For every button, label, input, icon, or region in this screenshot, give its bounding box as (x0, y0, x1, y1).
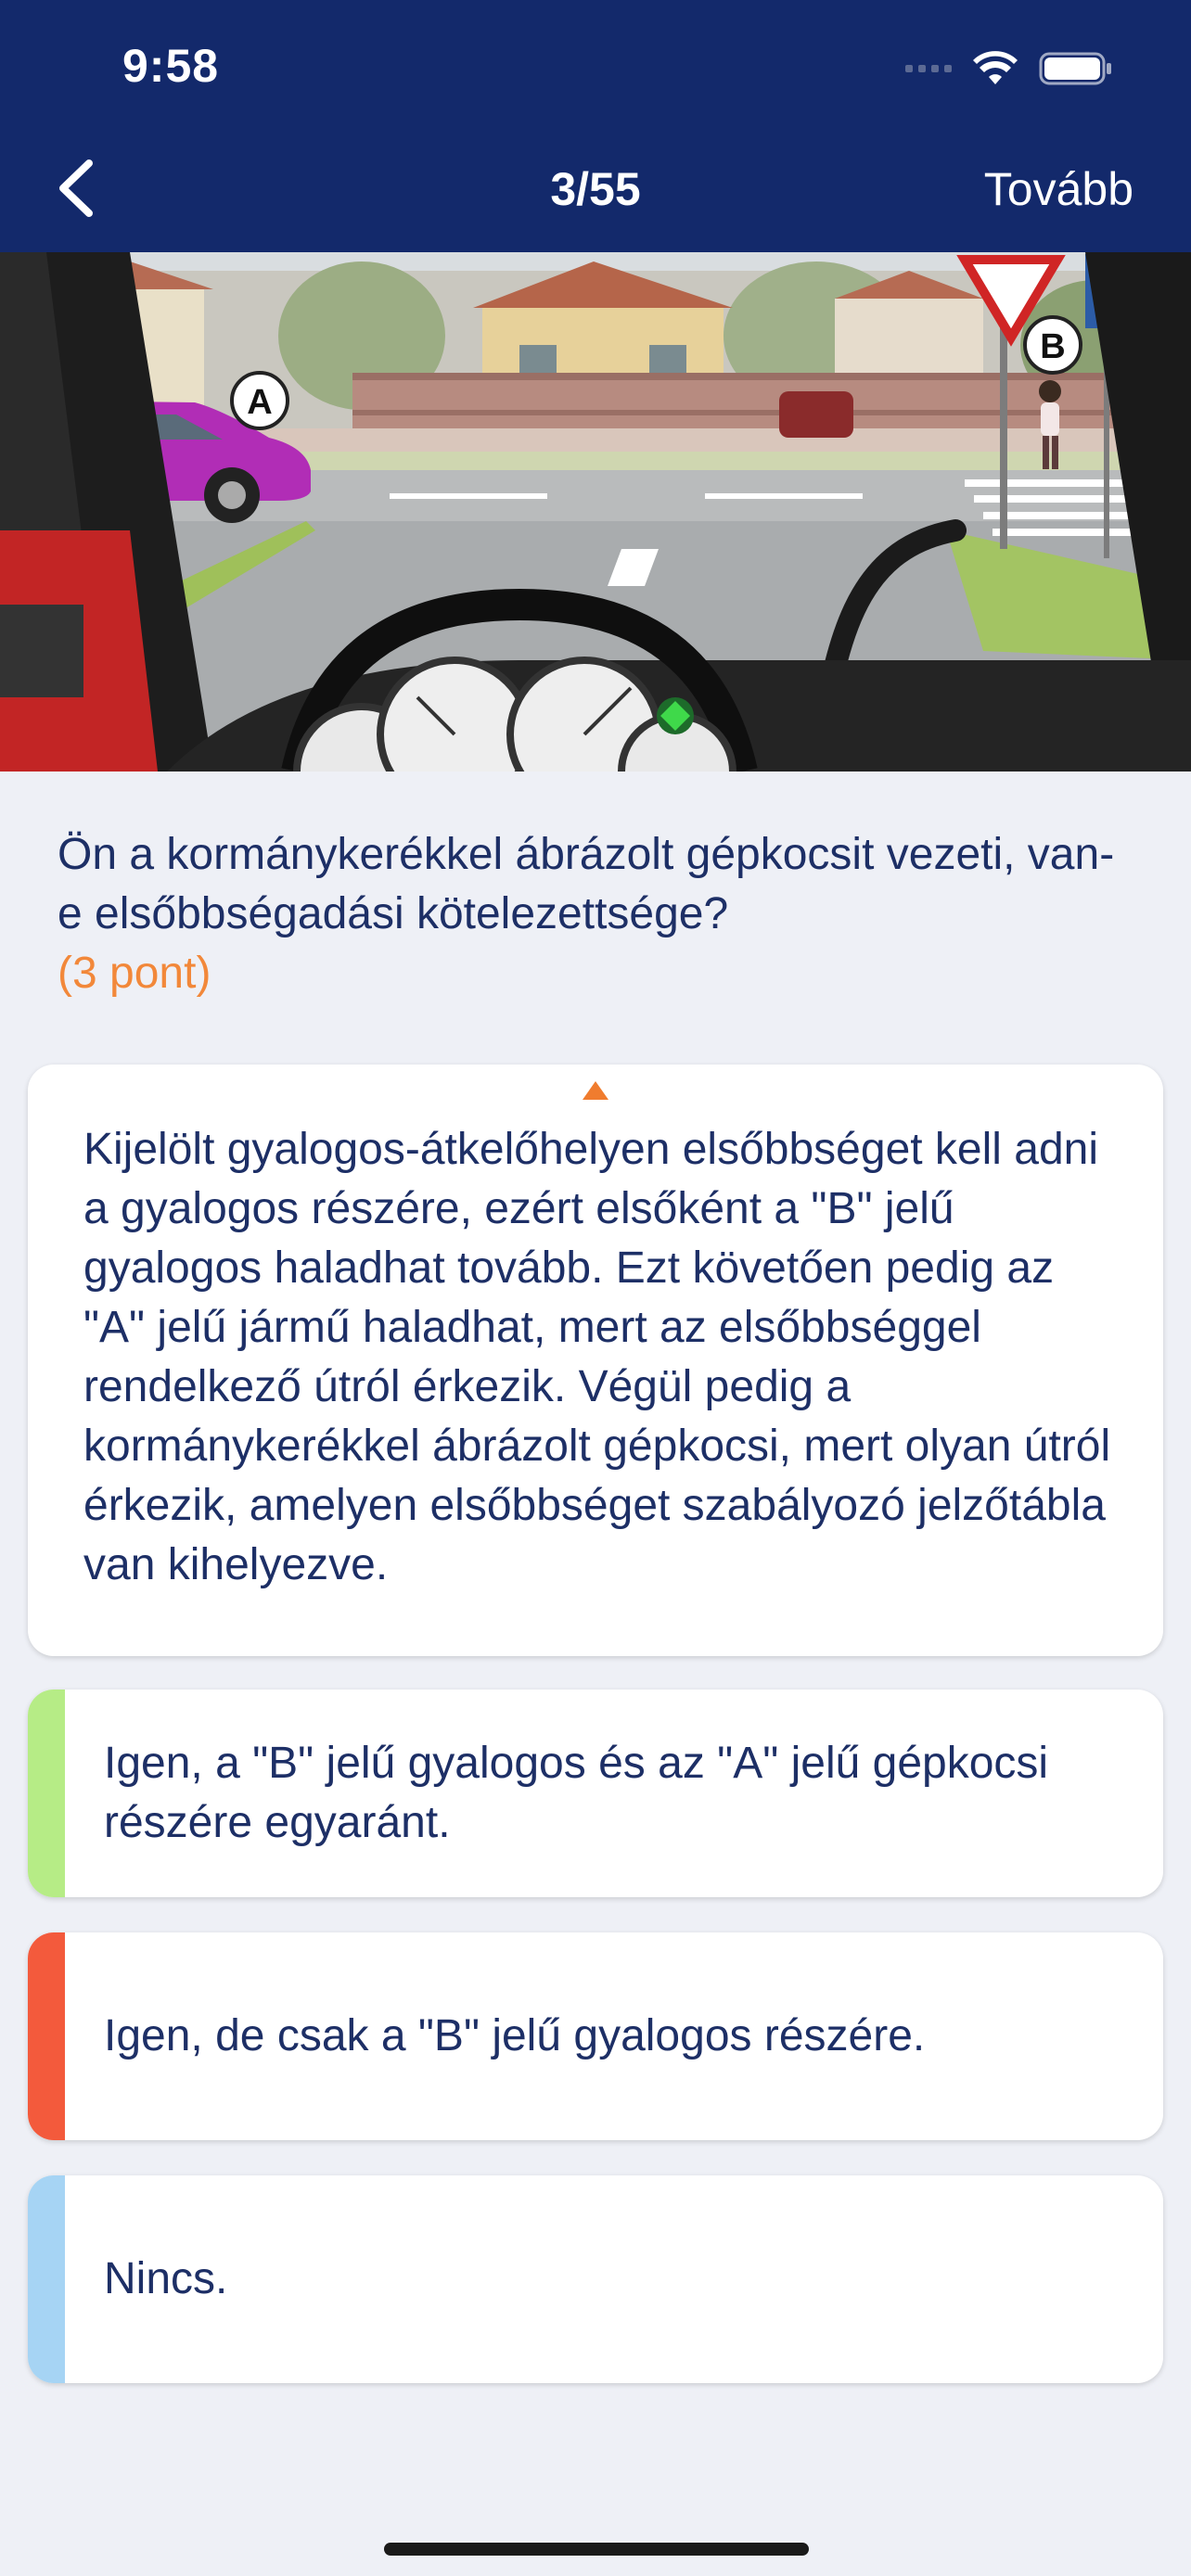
header: 9:58 3/55 Tovább (0, 0, 1191, 252)
answer-text: Igen, a "B" jelű gyalogos és az "A" jelű… (104, 1739, 1049, 1847)
explanation-card: Kijelölt gyalogos-átkelőhelyen elsőbbség… (28, 1065, 1163, 1656)
answer-option-2[interactable]: Igen, de csak a "B" jelű gyalogos részér… (28, 1932, 1163, 2140)
wifi-icon (973, 51, 1018, 84)
status-icons (905, 48, 1113, 89)
question-points: (3 pont) (58, 949, 211, 998)
question-text: Ön a kormánykerékkel ábrázolt gépkocsit … (58, 830, 1115, 938)
home-indicator[interactable] (384, 2543, 809, 2556)
answer-text: Igen, de csak a "B" jelű gyalogos részér… (104, 2011, 926, 2060)
answer-indicator-bar (28, 2175, 65, 2383)
collapse-triangle-icon[interactable] (583, 1081, 608, 1100)
answer-indicator-bar (28, 1690, 65, 1897)
answer-text: Nincs. (104, 2254, 228, 2303)
next-button[interactable]: Tovább (984, 162, 1133, 216)
cellular-signal-icon (905, 65, 952, 72)
marker-b-label: B (1040, 327, 1065, 366)
explanation-text: Kijelölt gyalogos-átkelőhelyen elsőbbség… (83, 1125, 1111, 1589)
answer-option-1[interactable]: Igen, a "B" jelű gyalogos és az "A" jelű… (28, 1690, 1163, 1897)
question-image: A B (0, 252, 1191, 772)
answer-indicator-bar (28, 1932, 65, 2140)
answer-option-3[interactable]: Nincs. (28, 2175, 1163, 2383)
status-time: 9:58 (122, 40, 220, 92)
battery-icon (1039, 52, 1111, 85)
marker-a-label: A (247, 383, 272, 422)
question-text-block: Ön a kormánykerékkel ábrázolt gépkocsit … (58, 825, 1133, 1003)
